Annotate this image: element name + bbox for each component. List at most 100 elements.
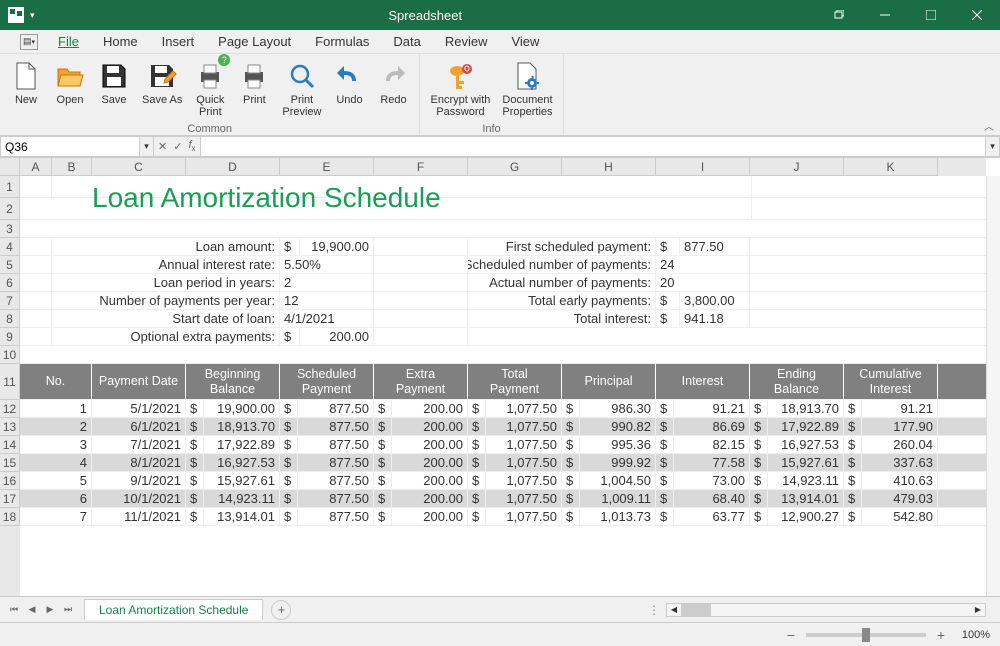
cell[interactable]: 8/1/2021 — [92, 454, 186, 471]
row-header-1[interactable]: 1 — [0, 176, 20, 198]
cell[interactable]: 2 — [20, 418, 92, 435]
cell[interactable]: $ — [280, 238, 300, 255]
currency-symbol[interactable]: $ — [186, 472, 204, 489]
currency-symbol[interactable]: $ — [656, 436, 674, 453]
currency-symbol[interactable]: $ — [844, 472, 862, 489]
cell[interactable]: 5 — [20, 472, 92, 489]
currency-symbol[interactable]: $ — [374, 454, 392, 471]
scroll-left-icon[interactable]: ◀ — [667, 603, 681, 617]
currency-symbol[interactable]: $ — [656, 472, 674, 489]
col-header-C[interactable]: C — [92, 158, 186, 176]
cell[interactable]: 1,077.50 — [486, 508, 562, 525]
table-header[interactable]: Interest — [656, 364, 750, 399]
cell[interactable]: 995.36 — [580, 436, 656, 453]
cell[interactable]: 337.63 — [862, 454, 938, 471]
currency-symbol[interactable]: $ — [280, 400, 298, 417]
name-box[interactable] — [0, 136, 140, 157]
cell[interactable]: 1,077.50 — [486, 490, 562, 507]
cell[interactable]: 999.92 — [580, 454, 656, 471]
cell[interactable]: 86.69 — [674, 418, 750, 435]
row-header-2[interactable]: 2 — [0, 198, 20, 220]
currency-symbol[interactable]: $ — [186, 418, 204, 435]
cell[interactable]: 68.40 — [674, 490, 750, 507]
cell[interactable]: 1,077.50 — [486, 400, 562, 417]
cell[interactable]: 6 — [20, 490, 92, 507]
cell[interactable] — [20, 176, 52, 197]
cell[interactable]: 877.50 — [298, 400, 374, 417]
currency-symbol[interactable]: $ — [750, 418, 768, 435]
currency-symbol[interactable]: $ — [186, 490, 204, 507]
cell[interactable]: 941.18 — [680, 310, 750, 327]
menu-view[interactable]: View — [499, 31, 551, 52]
col-header-K[interactable]: K — [844, 158, 938, 176]
qprint-button[interactable]: QuickPrint? — [188, 56, 232, 122]
encrypt-button[interactable]: Encrypt withPassword — [424, 56, 496, 122]
row-header-9[interactable]: 9 — [0, 328, 20, 346]
row-header-7[interactable]: 7 — [0, 292, 20, 310]
cell[interactable]: 18,913.70 — [768, 400, 844, 417]
cell[interactable]: $ — [656, 238, 680, 255]
cell[interactable]: 1,077.50 — [486, 436, 562, 453]
save-button[interactable]: Save — [92, 56, 136, 122]
currency-symbol[interactable]: $ — [750, 508, 768, 525]
table-header[interactable]: Principal — [562, 364, 656, 399]
currency-symbol[interactable]: $ — [280, 418, 298, 435]
currency-symbol[interactable]: $ — [656, 508, 674, 525]
cell[interactable]: 13,914.01 — [768, 490, 844, 507]
cell[interactable]: 877.50 — [298, 508, 374, 525]
cell[interactable]: 200.00 — [392, 508, 468, 525]
cell[interactable]: 9/1/2021 — [92, 472, 186, 489]
col-header-F[interactable]: F — [374, 158, 468, 176]
cell[interactable]: 1,009.11 — [580, 490, 656, 507]
currency-symbol[interactable]: $ — [186, 400, 204, 417]
cell[interactable] — [20, 328, 52, 345]
currency-symbol[interactable]: $ — [562, 400, 580, 417]
cell[interactable]: 7 — [20, 508, 92, 525]
redo-button[interactable]: Redo — [371, 56, 415, 122]
row-header-14[interactable]: 14 — [0, 436, 20, 454]
cell[interactable]: 3,800.00 — [680, 292, 750, 309]
cell[interactable]: 91.21 — [674, 400, 750, 417]
cell[interactable]: 877.50 — [298, 454, 374, 471]
currency-symbol[interactable]: $ — [562, 418, 580, 435]
horizontal-scrollbar[interactable]: ◀ ▶ — [666, 603, 986, 617]
sheet-tab[interactable]: Loan Amortization Schedule — [84, 599, 263, 620]
currency-symbol[interactable]: $ — [468, 472, 486, 489]
currency-symbol[interactable]: $ — [468, 508, 486, 525]
cell[interactable]: 82.15 — [674, 436, 750, 453]
insert-function-icon[interactable]: fx — [188, 139, 195, 153]
menu-formulas[interactable]: Formulas — [303, 31, 381, 52]
cell[interactable] — [374, 328, 468, 345]
currency-symbol[interactable]: $ — [186, 454, 204, 471]
vertical-scrollbar[interactable] — [986, 176, 1000, 596]
cell[interactable]: 91.21 — [862, 400, 938, 417]
open-button[interactable]: Open — [48, 56, 92, 122]
menu-review[interactable]: Review — [433, 31, 500, 52]
tab-prev-icon[interactable]: ◀ — [24, 602, 40, 618]
table-header[interactable]: CumulativeInterest — [844, 364, 938, 399]
col-header-J[interactable]: J — [750, 158, 844, 176]
currency-symbol[interactable]: $ — [656, 490, 674, 507]
col-header-D[interactable]: D — [186, 158, 280, 176]
table-header[interactable]: No. — [20, 364, 92, 399]
currency-symbol[interactable]: $ — [280, 508, 298, 525]
table-header[interactable]: ExtraPayment — [374, 364, 468, 399]
maximize-button[interactable] — [908, 0, 954, 30]
ribbon-options-icon[interactable]: ▤▾ — [20, 34, 38, 50]
cell[interactable]: 410.63 — [862, 472, 938, 489]
row-header-4[interactable]: 4 — [0, 238, 20, 256]
scroll-right-icon[interactable]: ▶ — [971, 603, 985, 617]
currency-symbol[interactable]: $ — [280, 490, 298, 507]
restore-button[interactable] — [816, 0, 862, 30]
summary-label[interactable]: Loan amount: — [52, 238, 280, 255]
col-header-B[interactable]: B — [52, 158, 92, 176]
cell[interactable]: 6/1/2021 — [92, 418, 186, 435]
menu-data[interactable]: Data — [381, 31, 432, 52]
row-header-11[interactable]: 11 — [0, 364, 20, 400]
cell[interactable]: 77.58 — [674, 454, 750, 471]
tab-last-icon[interactable]: ⏭ — [60, 602, 76, 618]
formula-input[interactable] — [201, 136, 987, 157]
currency-symbol[interactable]: $ — [374, 436, 392, 453]
select-all-corner[interactable] — [0, 158, 20, 176]
row-header-3[interactable]: 3 — [0, 220, 20, 238]
